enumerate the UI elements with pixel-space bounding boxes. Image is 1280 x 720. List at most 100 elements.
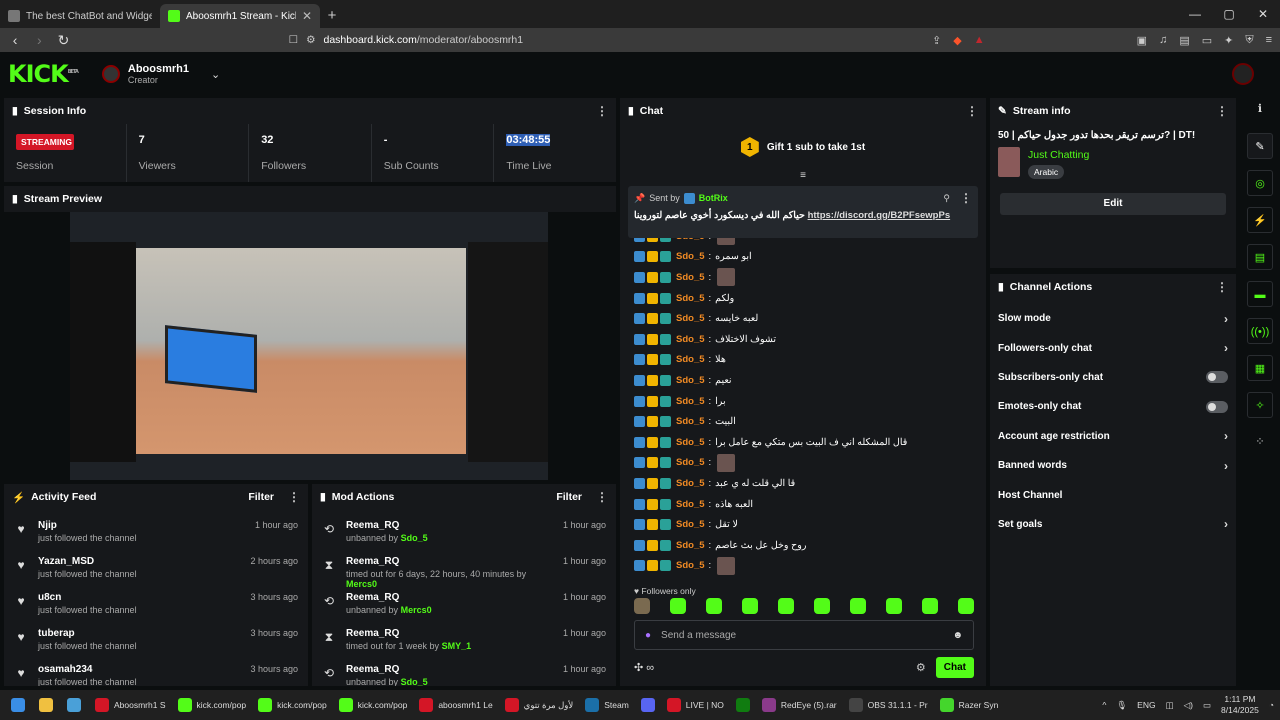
reading-list-icon[interactable]: ▤	[1179, 34, 1189, 47]
more-options-icon[interactable]: ⋮	[1216, 280, 1228, 294]
notification-icon[interactable]: ◔	[1269, 700, 1274, 710]
target-icon[interactable]: ◎	[1247, 170, 1273, 196]
chat-bubble-icon[interactable]: ▬	[1247, 281, 1273, 307]
document-icon[interactable]: ▤	[1247, 244, 1273, 270]
emote-button[interactable]	[850, 598, 866, 614]
mic-icon[interactable]: 🎙	[1116, 700, 1127, 711]
chat-username[interactable]: Sdo_5	[676, 313, 705, 324]
emote-button[interactable]	[634, 598, 650, 614]
minimize-button[interactable]: —	[1178, 0, 1212, 28]
channel-switcher[interactable]: Aboosmrh1 Creator ⌄	[101, 63, 220, 85]
share-icon[interactable]: ⇪	[932, 34, 941, 47]
clock[interactable]: 1:11 PM 8/14/2025	[1221, 694, 1259, 716]
channel-action-item[interactable]: Slow mode ›	[990, 304, 1236, 333]
tool-icon[interactable]: ✧	[1247, 392, 1273, 418]
filter-button[interactable]: Filter	[248, 491, 274, 503]
chat-input[interactable]: ● Send a message ☻	[634, 620, 974, 650]
music-icon[interactable]: ♫	[1159, 34, 1167, 47]
toggle-switch[interactable]	[1206, 371, 1228, 384]
sidebar-icon[interactable]: ▣	[1137, 34, 1147, 47]
chat-username[interactable]: Sdo_5	[676, 560, 705, 571]
taskbar-app-button[interactable]: OBS 31.1.1 - Pr	[844, 693, 933, 717]
close-tab-icon[interactable]: ✕	[302, 9, 312, 23]
new-tab-button[interactable]: +	[320, 7, 344, 24]
brave-rewards-icon[interactable]: ▲	[974, 34, 985, 47]
taskbar-app-button[interactable]: Steam	[580, 693, 634, 717]
more-options-icon[interactable]: ⋮	[596, 104, 608, 118]
gift-sub-banner[interactable]: 1 Gift 1 sub to take 1st	[620, 124, 986, 170]
chat-username[interactable]: Sdo_5	[676, 478, 705, 489]
taskbar-app-button[interactable]: kick.com/pop	[253, 693, 332, 717]
tray-chevron-icon[interactable]: ^	[1102, 700, 1106, 710]
taskbar-app-button[interactable]	[731, 693, 755, 717]
vpn-icon[interactable]: ⛨	[1245, 34, 1253, 47]
emote-button[interactable]	[670, 598, 686, 614]
address-bar[interactable]: ☐ ⚙ dashboard.kick.com/moderator/aboosmr…	[281, 30, 922, 50]
task-view-icon[interactable]	[62, 693, 86, 717]
chat-username[interactable]: Sdo_5	[676, 354, 705, 365]
channel-action-item[interactable]: Emotes-only chat	[990, 392, 1236, 421]
back-icon[interactable]: ‹	[8, 32, 22, 48]
emote-button[interactable]	[886, 598, 902, 614]
channel-action-item[interactable]: Followers-only chat ›	[990, 333, 1236, 362]
chat-username[interactable]: Sdo_5	[676, 375, 705, 386]
emote-button[interactable]	[922, 598, 938, 614]
taskbar-app-button[interactable]: Razer Syn	[935, 693, 1004, 717]
channel-action-item[interactable]: Banned words ›	[990, 451, 1236, 480]
site-info-icon[interactable]: ⚙	[306, 34, 315, 46]
volume-icon[interactable]: ◁)	[1184, 700, 1193, 711]
forward-icon[interactable]: ›	[32, 32, 46, 48]
network-icon[interactable]: ◫	[1166, 700, 1174, 711]
filter-button[interactable]: Filter	[556, 491, 582, 503]
chevron-down-icon[interactable]: ⌄	[211, 68, 220, 81]
chat-username[interactable]: Sdo_5	[676, 519, 705, 530]
emote-button[interactable]	[958, 598, 974, 614]
category-name[interactable]: Just Chatting	[1028, 149, 1089, 161]
channel-action-item[interactable]: Set goals ›	[990, 510, 1236, 539]
edit-stream-info-button[interactable]: Edit	[1000, 193, 1226, 215]
bolt-icon[interactable]: ⚡	[1247, 207, 1273, 233]
microphone-icon[interactable]: ●	[645, 630, 651, 641]
start-icon[interactable]	[6, 693, 30, 717]
chat-username[interactable]: Sdo_5	[676, 272, 705, 283]
pinned-link[interactable]: https://discord.gg/B2PFsewpPs	[808, 210, 951, 221]
wallet-icon[interactable]: ▭	[1202, 34, 1212, 47]
taskbar-app-button[interactable]: لأول مرة تتوي	[500, 693, 579, 717]
taskbar-app-button[interactable]: Aboosmrh1 S	[90, 693, 171, 717]
chat-username[interactable]: Sdo_5	[676, 251, 705, 262]
emote-button[interactable]	[778, 598, 794, 614]
stream-preview-video[interactable]	[70, 212, 548, 480]
taskbar-app-button[interactable]: aboosmrh1 Le	[414, 693, 497, 717]
apps-icon[interactable]: ⁘	[1247, 429, 1273, 455]
chat-username[interactable]: Sdo_5	[676, 396, 705, 407]
more-options-icon[interactable]: ⋮	[596, 490, 608, 504]
chat-username[interactable]: Sdo_5	[676, 416, 705, 427]
taskbar-app-button[interactable]: kick.com/pop	[173, 693, 252, 717]
chat-username[interactable]: Sdo_5	[676, 437, 705, 448]
chat-username[interactable]: Sdo_5	[676, 499, 705, 510]
layout-icon[interactable]: ▦	[1247, 355, 1273, 381]
settings-gear-icon[interactable]: ⚙	[916, 661, 926, 674]
points-icon[interactable]: ✣ ∞	[634, 661, 654, 674]
chat-username[interactable]: Sdo_5	[676, 334, 705, 345]
taskbar-app-button[interactable]: kick.com/pop	[334, 693, 413, 717]
chat-username[interactable]: Sdo_5	[676, 540, 705, 551]
more-options-icon[interactable]: ⋮	[288, 490, 300, 504]
file-explorer-icon[interactable]	[34, 693, 58, 717]
emote-button[interactable]	[706, 598, 722, 614]
taskbar-app-button[interactable]: RedEye (5).rar	[757, 693, 842, 717]
maximize-button[interactable]: ▢	[1212, 0, 1246, 28]
language-indicator[interactable]: ENG	[1137, 700, 1155, 710]
kick-logo[interactable]: KICKBETA	[8, 60, 79, 88]
emote-picker-icon[interactable]: ☻	[952, 630, 963, 641]
battery-icon[interactable]: ▭	[1203, 700, 1211, 711]
pinned-collapse-icon[interactable]: ≡	[620, 170, 986, 182]
taskbar-app-button[interactable]	[636, 693, 660, 717]
channel-action-item[interactable]: Subscribers-only chat	[990, 363, 1236, 392]
menu-icon[interactable]: ≡	[1266, 34, 1272, 47]
extensions-icon[interactable]: ✦	[1224, 34, 1233, 47]
close-window-button[interactable]: ✕	[1246, 0, 1280, 28]
chat-username[interactable]: Sdo_5	[676, 293, 705, 304]
emote-button[interactable]	[742, 598, 758, 614]
send-chat-button[interactable]: Chat	[935, 656, 974, 678]
